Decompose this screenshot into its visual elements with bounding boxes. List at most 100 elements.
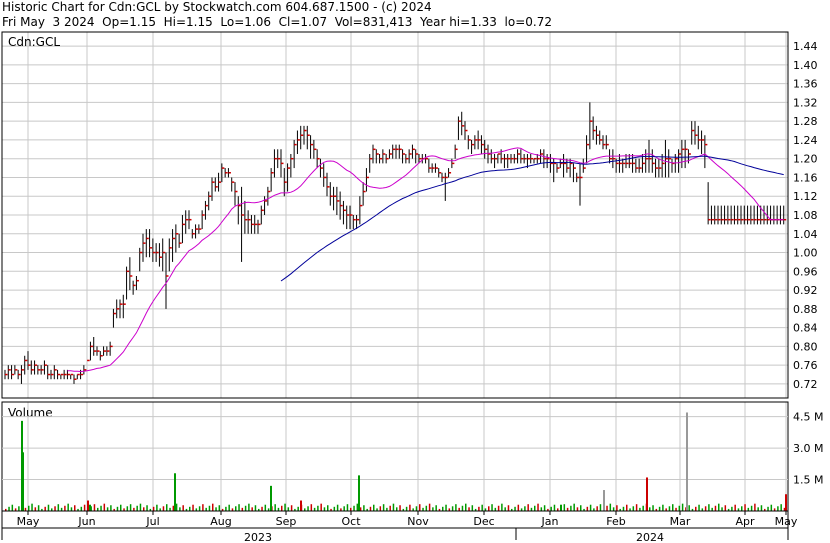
volume-bar [175, 503, 178, 511]
volume-bar [580, 505, 582, 511]
volume-bar [174, 473, 176, 511]
volume-bar [658, 506, 661, 511]
month-label: Aug [210, 515, 231, 528]
volume-bar [369, 506, 372, 511]
month-label: Apr [735, 515, 755, 528]
price-tick-label: 1.40 [793, 59, 818, 72]
volume-bar [198, 506, 201, 511]
volume-bar [254, 505, 257, 511]
volume-bar [182, 505, 184, 511]
volume-bar [668, 506, 671, 511]
month-label: Jul [145, 515, 159, 528]
price-tick-label: 1.12 [793, 190, 818, 203]
volume-bar [425, 505, 428, 511]
volume-bar [103, 503, 106, 511]
price-tick-label: 1.00 [793, 247, 818, 260]
volume-bar [596, 506, 598, 511]
price-tick-label: 0.84 [793, 322, 818, 335]
volume-bar [718, 503, 720, 511]
volume-bar [54, 506, 56, 511]
volume-tick-label: 3.0 M [793, 442, 823, 455]
volume-bar [603, 490, 605, 511]
volume-bar [126, 506, 129, 511]
volume-bar [18, 506, 20, 511]
volume-bar [116, 506, 119, 511]
volume-bar [162, 506, 165, 511]
volume-bar [343, 506, 345, 511]
volume-bar [570, 505, 572, 511]
volume-bar [373, 504, 375, 511]
volume-bar [754, 503, 756, 511]
volume-bar [757, 507, 759, 511]
volume-bar [192, 504, 194, 511]
volume-bar [681, 503, 684, 511]
volume-bar [419, 504, 421, 511]
price-tick-label: 1.28 [793, 115, 818, 128]
volume-bar [698, 504, 700, 511]
volume-bar [731, 506, 733, 511]
volume-bar [396, 507, 398, 511]
volume-bar [632, 506, 635, 511]
volume-bar [28, 505, 30, 511]
volume-bar [336, 504, 339, 511]
price-panel-label: Cdn:GCL [8, 35, 60, 49]
volume-bar [136, 505, 138, 511]
volume-bar [714, 505, 717, 511]
volume-bar [527, 504, 529, 511]
volume-bar [212, 503, 214, 511]
volume-bar [721, 507, 723, 511]
volume-bar [622, 506, 625, 511]
volume-bar [734, 504, 736, 511]
volume-bar [405, 506, 408, 511]
volume-bar [573, 503, 575, 511]
volume-bar [599, 504, 602, 511]
month-label: Oct [341, 515, 361, 528]
volume-bar [34, 507, 37, 511]
price-tick-label: 1.16 [793, 171, 818, 184]
volume-bar [317, 505, 319, 511]
volume-bar [363, 505, 365, 511]
volume-bar [770, 504, 773, 511]
volume-bar [442, 506, 444, 511]
volume-bar [248, 503, 250, 511]
volume-bar [672, 504, 674, 511]
volume-bar [589, 504, 592, 511]
volume-bar [172, 505, 175, 511]
price-tick-label: 1.24 [793, 134, 818, 147]
volume-bar [166, 504, 168, 511]
month-label: May [17, 515, 40, 528]
volume-bar [22, 452, 24, 511]
year-label: 2023 [244, 531, 272, 543]
month-label: Jun [77, 515, 95, 528]
volume-bar [261, 506, 263, 511]
volume-bar [646, 477, 648, 511]
volume-bar [780, 504, 782, 511]
volume-bar [146, 505, 148, 511]
price-panel: 1.44 1.40 1.36 1.32 1.28 1.24 1.20 1.16 1.12 1.08… [1, 31, 818, 399]
volume-bar [37, 505, 40, 511]
volume-bar [274, 504, 276, 511]
volume-tick-label: 4.5 M [793, 411, 823, 424]
volume-bar [307, 506, 309, 511]
volume-bar [80, 506, 83, 511]
volume-bar [120, 504, 122, 511]
volume-bar [8, 506, 10, 511]
volume-bar [686, 412, 688, 511]
volume-bar [31, 503, 33, 511]
volume-bar [481, 504, 483, 511]
volume-bar [310, 504, 313, 511]
volume-bar [461, 505, 464, 511]
time-axis: May Jun Jul Aug Sep Oct Nov Dec Jan Feb Mar Apr May 2… [1, 510, 798, 543]
year-label: 2024 [636, 531, 664, 543]
volume-bar [750, 505, 753, 511]
price-tick-label: 0.72 [793, 378, 818, 391]
volume-bar [47, 504, 50, 511]
volume-bar [74, 505, 76, 511]
volume-bar [445, 504, 447, 511]
volume-bar [179, 507, 181, 511]
volume-bar [129, 504, 132, 511]
volume-bar [399, 505, 401, 511]
volume-bar [93, 504, 96, 511]
price-tick-label: 0.80 [793, 340, 818, 353]
volume-bar [514, 506, 516, 511]
